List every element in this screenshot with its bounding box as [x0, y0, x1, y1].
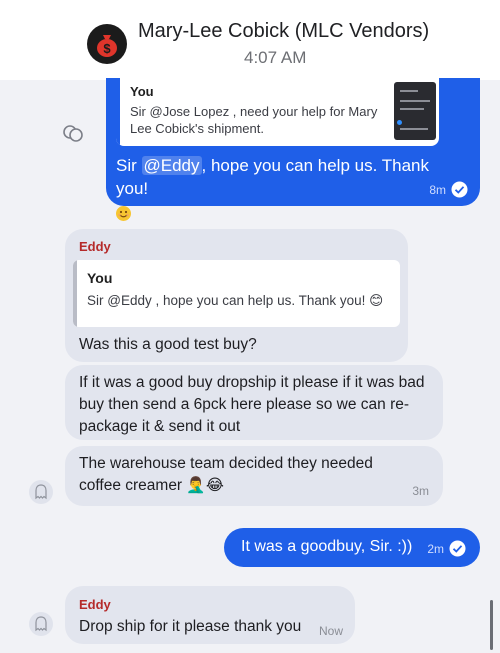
message-text: If it was a good buy dropship it please … [79, 374, 425, 435]
thumb-line [400, 90, 418, 92]
quote-text: Sir @Eddy , hope you can help us. Thank … [87, 293, 384, 308]
read-receipt-icon [449, 540, 466, 557]
message-meta: Now [319, 624, 343, 638]
message-meta: 3m [412, 484, 429, 498]
read-receipt-icon [451, 181, 468, 198]
text-prefix: Sir [116, 156, 142, 175]
thumb-line [400, 100, 430, 102]
money-bag-icon[interactable]: $ [87, 24, 127, 64]
image-thumbnail[interactable] [394, 82, 436, 140]
header-time: 4:07 AM [244, 48, 307, 67]
message-text: Was this a good test buy? [79, 336, 257, 353]
incoming-message[interactable]: The warehouse team decided they needed c… [65, 446, 443, 506]
quoted-message[interactable]: You Sir @Eddy , hope you can help us. Th… [73, 260, 400, 327]
message-time: 3m [412, 484, 429, 498]
scrollbar[interactable] [490, 600, 493, 650]
thumb-dot [397, 120, 402, 125]
outgoing-message[interactable]: It was a goodbuy, Sir. :)) 2m [224, 528, 480, 567]
sender-name[interactable]: Eddy [79, 239, 111, 254]
quote-bar [73, 260, 77, 327]
svg-text:$: $ [103, 41, 111, 56]
mention[interactable]: @Eddy [141, 156, 202, 175]
message-meta: 2m [427, 540, 466, 557]
thumb-line [400, 108, 424, 110]
contact-name[interactable]: Mary-Lee Cobick (MLC Vendors) [138, 20, 429, 43]
message-meta: 8m [429, 181, 468, 198]
smiling-face-emoji [116, 206, 131, 221]
sender-name[interactable]: Eddy [79, 597, 111, 612]
outgoing-message[interactable]: You Sir @Jose Lopez , need your help for… [106, 78, 480, 221]
quote-text: Sir @Jose Lopez , need your help for Mar… [130, 104, 378, 136]
chat-header: $ Mary-Lee Cobick (MLC Vendors) 4:07 AM [0, 0, 500, 80]
message-time: 2m [427, 541, 444, 556]
quote-author: You [130, 84, 154, 99]
thumb-line [400, 128, 428, 130]
quoted-message[interactable]: You Sir @Jose Lopez , need your help for… [116, 78, 439, 146]
message-text: Drop ship for it please thank you [79, 618, 302, 635]
incoming-message[interactable]: If it was a good buy dropship it please … [65, 365, 443, 440]
reply-icon[interactable] [62, 122, 84, 144]
incoming-message[interactable]: Eddy You Sir @Eddy , hope you can help u… [65, 229, 408, 362]
message-list[interactable]: You Sir @Jose Lopez , need your help for… [0, 78, 500, 653]
ghost-avatar-icon[interactable] [29, 612, 53, 636]
quote-bar [116, 78, 120, 146]
message-time: Now [318, 624, 343, 638]
message-text: The warehouse team decided they needed c… [79, 455, 373, 494]
incoming-message[interactable]: Eddy Drop ship for it please thank you N… [65, 586, 355, 644]
message-time: 8m [429, 182, 446, 197]
ghost-avatar-icon[interactable] [29, 480, 53, 504]
message-text: Sir @Eddy, hope you can help us. Thank y… [116, 154, 446, 225]
message-text: It was a goodbuy, Sir. :)) [241, 538, 413, 555]
quote-author: You [87, 270, 113, 286]
